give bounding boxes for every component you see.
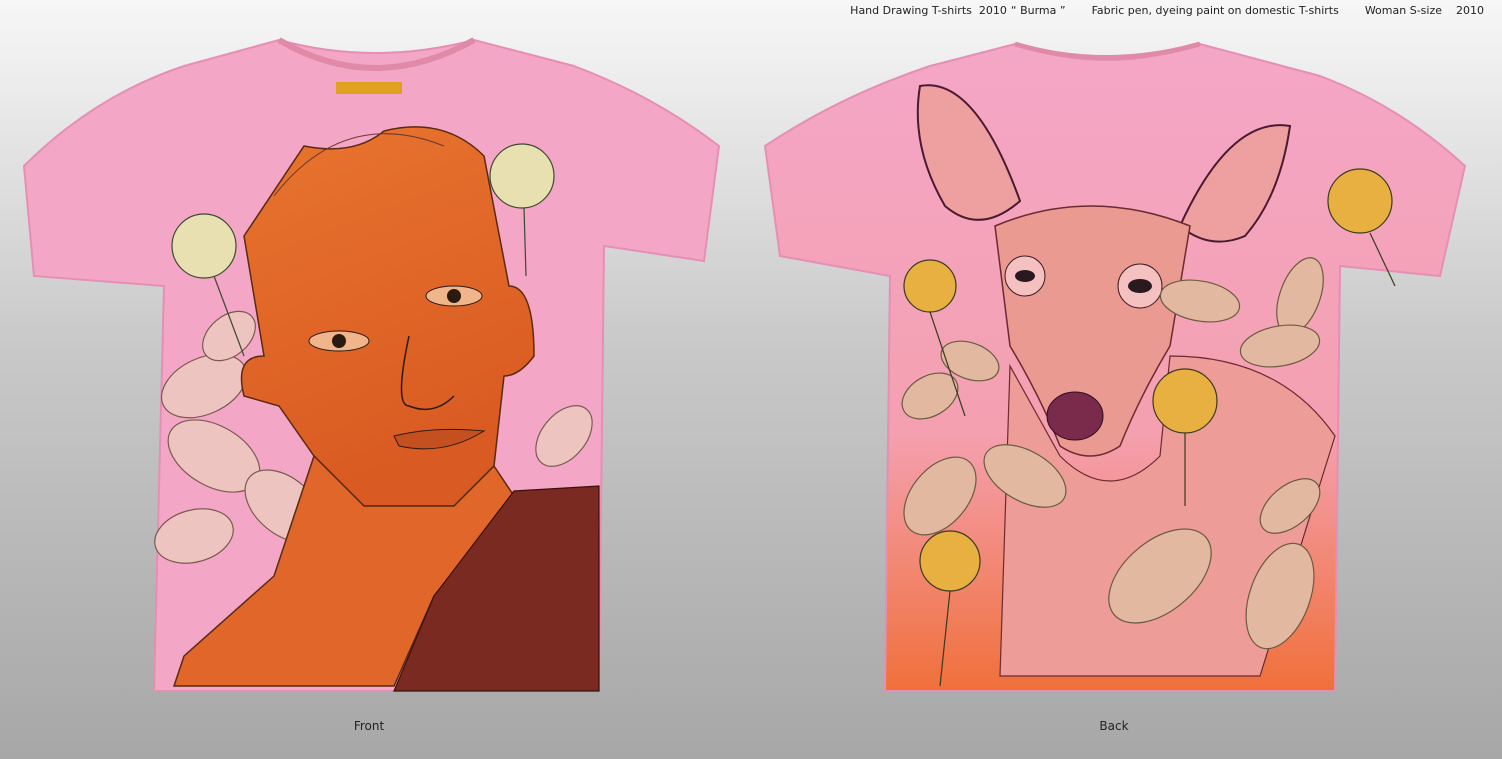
artwork-caption: Hand Drawing T-shirts 2010 “ Burma ” Fabri…: [0, 4, 1484, 17]
back-tshirt-image: [763, 41, 1467, 692]
back-view-label: Back: [1099, 719, 1129, 733]
deer-nose: [1046, 391, 1104, 441]
caption-series: Hand Drawing T-shirts 2010: [850, 4, 1007, 17]
front-tshirt-image: [22, 37, 721, 692]
front-view-label: Front: [353, 719, 385, 733]
caption-size: Woman S-size: [1364, 4, 1442, 17]
caption-medium: Fabric pen, dyeing paint on domestic T-s…: [1091, 4, 1339, 17]
neck-label: [336, 82, 402, 94]
caption-year: 2010: [1456, 4, 1484, 17]
caption-title: “ Burma ”: [1010, 4, 1066, 17]
